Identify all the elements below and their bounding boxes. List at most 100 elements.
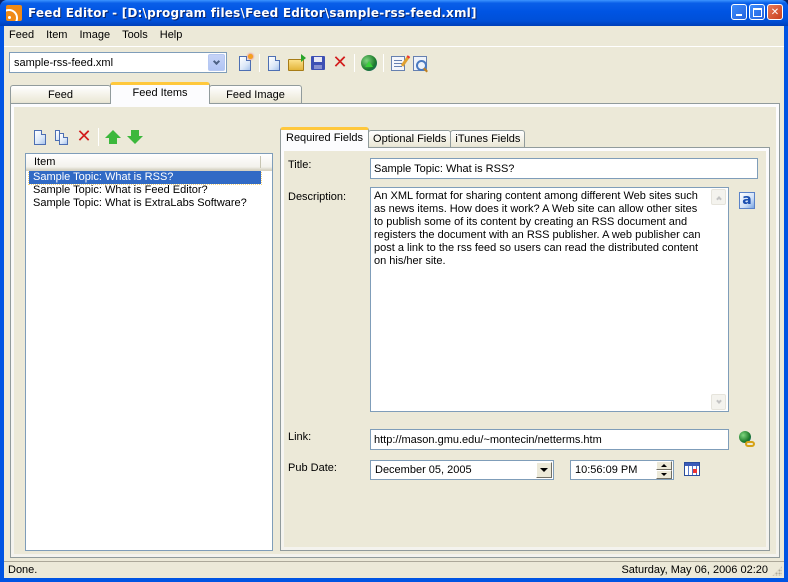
title-input-value: Sample Topic: What is RSS? (374, 162, 515, 175)
arrow-down-icon (127, 130, 143, 144)
move-up-button[interactable] (102, 126, 124, 148)
open-link-icon[interactable] (739, 431, 755, 447)
toolbar-buttons: ✕ (234, 52, 431, 74)
link-input-value: http://mason.gmu.edu/~montecin/netterms.… (374, 433, 602, 446)
maximize-button[interactable] (749, 4, 765, 20)
resize-grip[interactable] (772, 566, 782, 576)
save-icon (311, 56, 325, 70)
item-toolbar: ✕ (29, 126, 146, 148)
time-spinner[interactable] (656, 461, 672, 479)
tab-itunes-fields[interactable]: iTunes Fields (450, 130, 526, 148)
delete-icon: ✕ (76, 126, 92, 147)
feed-selector[interactable]: sample-rss-feed.xml (9, 52, 227, 73)
new-feed-icon (239, 53, 253, 71)
new-feed-button[interactable] (234, 52, 256, 74)
link-label: Link: (288, 431, 312, 443)
calendar-icon[interactable] (684, 462, 700, 476)
pubdate-time-input[interactable]: 10:56:09 PM (570, 460, 674, 480)
move-down-button[interactable] (124, 126, 146, 148)
status-text: Done. (8, 564, 38, 576)
chevron-down-icon (715, 397, 722, 404)
date-dropdown-button[interactable] (536, 462, 552, 478)
chevron-up-icon (715, 195, 722, 202)
edit-button[interactable] (387, 52, 409, 74)
main-toolbar: sample-rss-feed.xml ✕ (4, 48, 784, 76)
toolbar-separator (259, 54, 260, 72)
publish-globe-icon (361, 55, 377, 71)
add-item-button[interactable] (29, 126, 51, 148)
edit-icon (391, 55, 405, 71)
delete-item-button[interactable]: ✕ (73, 126, 95, 148)
rss-icon (6, 5, 22, 21)
delete-button[interactable]: ✕ (329, 52, 351, 74)
pubdate-date-picker[interactable]: December 05, 2005 (370, 460, 554, 480)
toolbar-separator (354, 54, 355, 72)
close-icon: ✕ (770, 6, 780, 18)
minimize-button[interactable] (731, 4, 747, 20)
tab-feed[interactable]: Feed (10, 85, 111, 104)
item-column-header[interactable]: Item (26, 154, 272, 171)
preview-button[interactable] (409, 52, 431, 74)
main-tabs: Feed Feed Items Feed Image (10, 82, 302, 104)
new-document-icon (34, 129, 46, 145)
pubdate-time-value: 10:56:09 PM (575, 464, 638, 476)
title-bar[interactable]: Feed Editor - [D:\program files\Feed Edi… (0, 0, 788, 26)
preview-icon (413, 55, 427, 71)
scroll-down-button[interactable] (711, 394, 726, 410)
field-tabs: Required Fields Optional Fields iTunes F… (280, 126, 526, 148)
menu-image[interactable]: Image (73, 26, 116, 44)
arrow-up-icon (105, 130, 121, 144)
menu-bar: Feed Item Image Tools Help (4, 26, 784, 44)
title-input[interactable]: Sample Topic: What is RSS? (370, 158, 758, 179)
menu-help[interactable]: Help (154, 26, 189, 44)
save-button[interactable] (307, 52, 329, 74)
feed-selector-dropdown-button[interactable] (208, 54, 225, 71)
description-textarea[interactable]: An XML format for sharing content among … (370, 187, 729, 412)
time-spin-down[interactable] (656, 470, 672, 479)
list-item[interactable]: Sample Topic: What is ExtraLabs Software… (29, 197, 261, 210)
duplicate-item-button[interactable] (51, 126, 73, 148)
tab-optional-fields[interactable]: Optional Fields (368, 130, 452, 148)
link-input[interactable]: http://mason.gmu.edu/~montecin/netterms.… (370, 429, 729, 450)
toolbar-separator (98, 128, 99, 146)
client-area: Feed Item Image Tools Help sample-rss-fe… (4, 26, 784, 578)
feed-items-panel-body: ✕ Item Sample Topic: What is RSS? Sample… (14, 107, 776, 554)
status-datetime: Saturday, May 06, 2006 02:20 (621, 564, 768, 576)
description-scrollbar[interactable] (711, 189, 727, 410)
tab-feed-items[interactable]: Feed Items (110, 82, 210, 104)
menu-item[interactable]: Item (40, 26, 73, 44)
chevron-down-icon (212, 57, 221, 65)
new-document-icon (268, 55, 280, 71)
pubdate-date-value: December 05, 2005 (375, 464, 472, 476)
app-window: Feed Editor - [D:\program files\Feed Edi… (0, 0, 788, 582)
list-item[interactable]: Sample Topic: What is RSS? (28, 170, 262, 185)
item-list[interactable]: Item Sample Topic: What is RSS? Sample T… (25, 153, 273, 551)
toolbar-separator (383, 54, 384, 72)
title-label: Title: (288, 159, 312, 171)
menu-feed[interactable]: Feed (4, 26, 40, 44)
close-button[interactable]: ✕ (767, 4, 783, 20)
window-title: Feed Editor - [D:\program files\Feed Edi… (28, 6, 477, 20)
description-value: An XML format for sharing content among … (374, 190, 701, 267)
window-controls: ✕ (731, 4, 783, 20)
tab-required-fields[interactable]: Required Fields (280, 127, 370, 148)
dropdown-arrow-icon (540, 468, 548, 472)
feed-selector-value: sample-rss-feed.xml (14, 56, 114, 69)
feed-items-panel: ✕ Item Sample Topic: What is RSS? Sample… (10, 103, 780, 558)
spellcheck-icon[interactable]: a (739, 192, 755, 209)
menu-tools[interactable]: Tools (116, 26, 154, 44)
required-fields-body: Title: Sample Topic: What is RSS? Descri… (284, 151, 766, 547)
required-fields-panel: Title: Sample Topic: What is RSS? Descri… (280, 147, 770, 551)
list-item[interactable]: Sample Topic: What is Feed Editor? (29, 184, 261, 197)
new-button[interactable] (263, 52, 285, 74)
open-button[interactable] (285, 52, 307, 74)
scroll-up-button[interactable] (711, 189, 726, 205)
column-header-label: Item (34, 156, 56, 168)
tab-feed-image[interactable]: Feed Image (209, 85, 302, 104)
pubdate-label: Pub Date: (288, 462, 337, 474)
publish-button[interactable] (358, 52, 380, 74)
open-folder-icon (288, 53, 306, 71)
copy-icon (55, 129, 69, 145)
status-bar: Done. Saturday, May 06, 2006 02:20 (4, 561, 784, 578)
time-spin-up[interactable] (656, 461, 672, 470)
